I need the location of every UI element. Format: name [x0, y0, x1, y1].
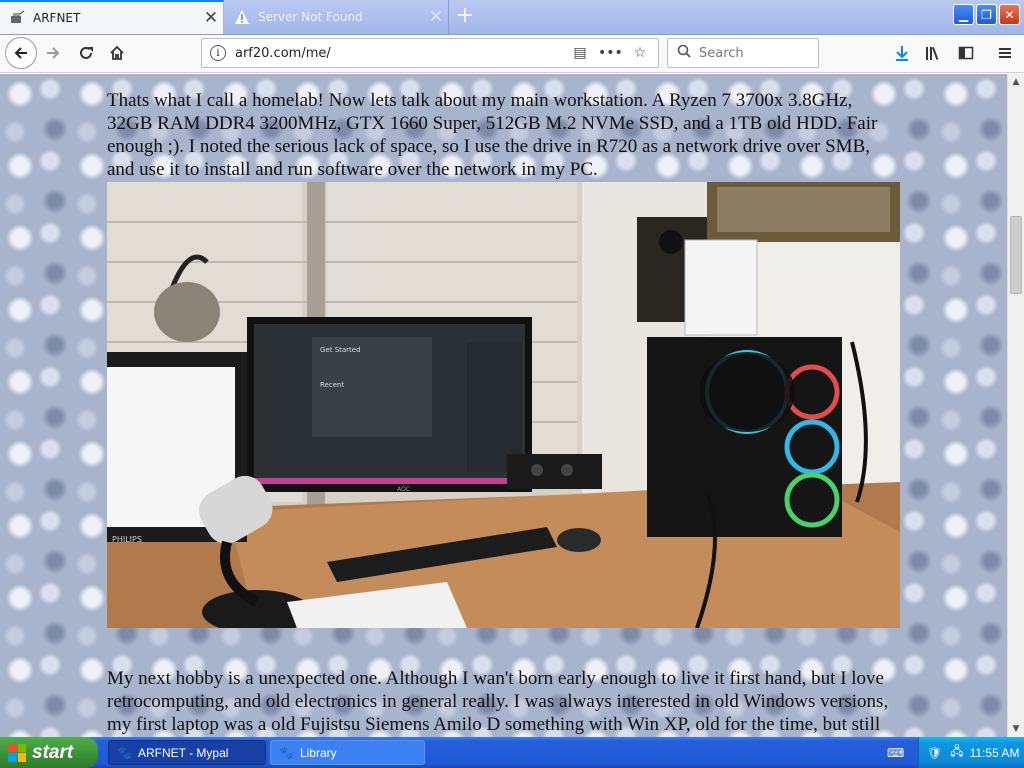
taskbar-item-library[interactable]: 🐾 Library	[270, 740, 425, 765]
start-button[interactable]: start	[0, 737, 98, 768]
window-controls: ▁ ❐ ✕	[953, 4, 1020, 25]
search-bar[interactable]	[667, 38, 819, 68]
sidebar-icon[interactable]	[951, 38, 981, 68]
paragraph-workstation: Thats what I call a homelab! Now lets ta…	[107, 90, 878, 180]
monitor-get-started-text: Get Started	[320, 346, 361, 354]
network-icon[interactable]: 🖧	[950, 742, 963, 763]
search-icon	[677, 44, 691, 62]
page-actions-icon[interactable]: •••	[598, 45, 623, 61]
close-tab-icon[interactable]: ✕	[199, 8, 223, 28]
scroll-down-icon[interactable]: ▼	[1008, 721, 1024, 737]
tab-arfnet[interactable]: ARFNET ✕	[0, 0, 224, 34]
minimize-icon[interactable]: ▁	[953, 4, 974, 25]
close-tab-icon[interactable]: ✕	[424, 7, 448, 27]
address-bar[interactable]: i arf20.com/me/ ▤ ••• ☆	[201, 38, 659, 68]
reload-icon[interactable]	[71, 38, 101, 68]
back-arrow-icon[interactable]	[5, 37, 37, 69]
paragraph-retrocomputing: My next hobby is a unexpected one. Altho…	[107, 668, 889, 735]
library-app-icon: 🐾	[279, 745, 294, 760]
windows-taskbar: start 🐾 ARFNET - Mypal 🐾 Library ⌨ 🛡 🖧 1…	[0, 737, 1024, 768]
home-icon[interactable]	[102, 38, 132, 68]
tab-server-not-found[interactable]: Server Not Found ✕	[225, 0, 449, 34]
warning-icon	[234, 9, 250, 25]
tab-strip: ARFNET ✕ Server Not Found ✕ + ▁ ❐ ✕	[0, 0, 1024, 35]
forward-arrow-icon[interactable]	[38, 38, 68, 68]
close-window-icon[interactable]: ✕	[999, 4, 1020, 25]
aoc-brand-label: AOC	[397, 486, 410, 493]
windows-flag-icon	[8, 743, 26, 762]
scrollbar-thumb[interactable]	[1010, 216, 1022, 294]
arfnet-favicon-icon	[9, 10, 25, 26]
scroll-up-icon[interactable]: ▲	[1008, 74, 1024, 90]
restore-icon[interactable]: ❐	[976, 4, 997, 25]
mypal-app-icon: 🐾	[117, 745, 132, 760]
start-label: start	[32, 741, 74, 763]
navigation-toolbar: i arf20.com/me/ ▤ ••• ☆	[0, 35, 1024, 73]
vertical-scrollbar[interactable]: ▲ ▼	[1007, 74, 1024, 737]
site-info-icon[interactable]: i	[210, 45, 226, 61]
clock[interactable]: 11:55 AM	[970, 746, 1020, 760]
tab-title: ARFNET	[33, 11, 81, 25]
philips-brand-label: PHILIPS	[112, 535, 142, 544]
new-tab-icon[interactable]: +	[452, 4, 478, 30]
address-url[interactable]: arf20.com/me/	[235, 46, 568, 61]
workstation-photo: PHILIPS Get Started Recent AOC	[107, 182, 900, 628]
taskbar-item-arfnet-mypal[interactable]: 🐾 ARFNET - Mypal	[108, 740, 266, 765]
taskbar-item-label: Library	[299, 745, 337, 760]
search-input[interactable]	[697, 44, 811, 62]
monitor-recent-text: Recent	[320, 381, 344, 389]
bookmark-star-icon[interactable]: ☆	[628, 45, 652, 61]
page-content[interactable]: Thats what I call a homelab! Now lets ta…	[0, 74, 1007, 737]
taskbar-item-label: ARFNET - Mypal	[137, 745, 229, 760]
system-tray: 🛡 🖧 11:55 AM	[918, 737, 1024, 768]
tab-title: Server Not Found	[258, 10, 363, 24]
menu-hamburger-icon[interactable]	[990, 38, 1020, 68]
library-icon[interactable]	[919, 38, 949, 68]
security-shield-icon[interactable]: 🛡	[927, 746, 942, 760]
keyboard-layout-icon[interactable]: ⌨	[887, 746, 904, 760]
downloads-icon[interactable]	[887, 38, 917, 68]
reader-view-icon[interactable]: ▤	[568, 45, 592, 61]
